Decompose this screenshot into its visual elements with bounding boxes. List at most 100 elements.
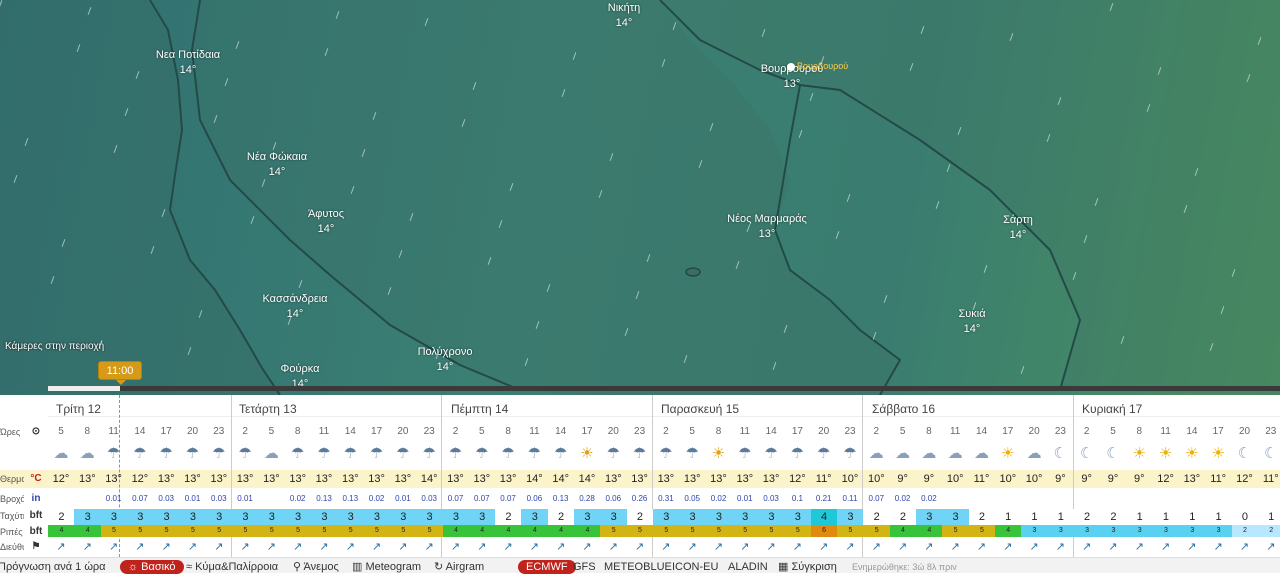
city-name: Νέος Μαρμαράς <box>727 213 807 225</box>
hour-cell: 8 <box>715 426 722 437</box>
timeline-bar[interactable] <box>48 386 1280 391</box>
wind-direction-icon: ↗ <box>1108 541 1118 553</box>
gust-cell: 5 <box>600 525 628 537</box>
model-meteoblue[interactable]: METEOBLUE <box>604 560 672 574</box>
cloud-icon: ☁ <box>1026 445 1042 462</box>
hour-cell: 8 <box>294 426 301 437</box>
city-label[interactable]: Σάρτη 14° <box>1003 213 1033 243</box>
hour-cell: 23 <box>423 426 435 437</box>
hour-cell: 17 <box>1212 426 1224 437</box>
wind-label: Ταχύτητα ανέμου <box>0 511 24 521</box>
hour-cell: 2 <box>663 426 669 437</box>
wind-direction-icon: ↗ <box>56 541 66 553</box>
day-header[interactable]: Πέμπτη 14 <box>451 401 508 417</box>
rain-cell: 0.07 <box>447 494 464 503</box>
hour-cell: 2 <box>242 426 248 437</box>
rain-icon: ☂ <box>685 445 699 462</box>
hour-cell: 11 <box>949 426 961 437</box>
temp-cell: 10° <box>841 473 859 485</box>
wind-cell: 3 <box>758 509 785 525</box>
weather-map[interactable]: Νικήτη 14° Νεα Ποτίδαια 14° Βουρβουρού 13° Νέα… <box>0 0 1280 395</box>
city-name: Νεα Ποτίδαια <box>155 49 221 61</box>
city-label[interactable]: Νικήτη 14° <box>608 1 640 31</box>
model-icon-eu[interactable]: ICON-EU <box>672 560 718 574</box>
city-label[interactable]: Νέος Μαρμαράς 13° <box>727 212 807 242</box>
rain-label: Βροχόπτωση <box>0 494 24 504</box>
gust-cell: 4 <box>48 525 75 537</box>
temp-cell: 13° <box>315 473 333 485</box>
temp-cell: 13° <box>210 473 228 485</box>
compare-button[interactable]: ▦ Σύγκριση <box>778 560 837 574</box>
city-label[interactable]: Κασσάνδρεια 14° <box>262 292 327 322</box>
moon-icon: ☾ <box>1053 445 1068 462</box>
temp-cell: 14° <box>526 473 543 485</box>
tab-basic[interactable]: ☼ Βασικό <box>120 560 184 574</box>
rain-icon: ☂ <box>422 445 436 462</box>
hour-cell: 17 <box>371 426 383 437</box>
wind-cell: 3 <box>837 509 864 525</box>
city-temp: 14° <box>1009 229 1027 241</box>
wind-cell: 3 <box>363 509 391 525</box>
city-label[interactable]: Συκιά 14° <box>958 307 985 337</box>
day-header[interactable]: Τρίτη 12 <box>56 401 101 417</box>
wind-cell: 3 <box>284 509 312 525</box>
model-aladin[interactable]: ALADIN <box>728 560 768 574</box>
tab-airgram[interactable]: ↻ Airgram <box>434 560 484 574</box>
temp-cell: 13° <box>78 473 96 485</box>
city-name: Φούρκα <box>280 363 320 375</box>
hourly-forecast-label[interactable]: Πρόγνωση ανά 1 ώρα <box>0 560 106 574</box>
hour-cell: 23 <box>1054 426 1066 437</box>
wind-direction-icon: ↗ <box>477 541 487 553</box>
wind-cell: 3 <box>652 509 680 525</box>
gust-cell: 5 <box>337 525 365 537</box>
model-gfs[interactable]: GFS <box>573 560 596 574</box>
time-bubble[interactable]: 11:00 <box>98 361 142 385</box>
wind-cell: 3 <box>232 509 259 525</box>
city-label[interactable]: Νεα Ποτίδαια 14° <box>156 48 220 78</box>
gust-cell: 5 <box>626 525 654 537</box>
temp-cell: 9° <box>1107 473 1119 485</box>
hour-cell: 11 <box>1160 426 1171 437</box>
rain-icon: ☂ <box>343 445 358 462</box>
wind-cell: 1 <box>1021 509 1048 525</box>
city-name: Σάρτη <box>1003 214 1033 226</box>
wind-direction-icon: ↗ <box>1003 541 1013 553</box>
gust-cell: 5 <box>126 525 154 537</box>
day-header[interactable]: Σάββατο 16 <box>872 401 935 417</box>
wind-direction-icon: ↗ <box>687 541 697 553</box>
gust-cell: 4 <box>574 525 601 537</box>
cloud-icon: ☁ <box>921 445 937 462</box>
day-header[interactable]: Κυριακή 17 <box>1082 401 1142 417</box>
day-header[interactable]: Παρασκευή 15 <box>661 401 739 417</box>
rain-icon: ☂ <box>659 445 673 462</box>
tab-waves[interactable]: ≈ Κύμα&Παλίρροια <box>186 560 278 574</box>
cloud-icon: ☁ <box>947 445 963 462</box>
clock-icon: ⊙ <box>31 426 41 437</box>
city-label[interactable]: Άφυτος 14° <box>308 207 344 237</box>
gust-cell: 4 <box>495 525 522 537</box>
model-ecmwf[interactable]: ECMWF <box>518 560 576 574</box>
cameras-link[interactable]: Κάμερες στην περιοχή <box>5 341 104 352</box>
moon-icon: ☾ <box>1264 445 1278 462</box>
temp-cell: 9° <box>1081 473 1092 485</box>
gust-cell: 5 <box>731 525 759 537</box>
tab-wind[interactable]: ⚲ Άνεμος <box>293 560 339 574</box>
wind-direction-icon: ↗ <box>1082 541 1092 553</box>
temp-cell: 10° <box>999 473 1017 485</box>
location-marker[interactable] <box>787 63 795 71</box>
city-temp: 13° <box>783 78 801 90</box>
city-label[interactable]: Πολύχρονο 14° <box>418 345 473 375</box>
wind-direction-icon: ↗ <box>924 541 934 553</box>
city-temp: 14° <box>268 166 286 178</box>
tab-meteogram[interactable]: ▥ Meteogram <box>352 560 421 574</box>
temp-cell: 13° <box>1183 473 1201 485</box>
hour-cell: 5 <box>1110 426 1116 437</box>
rain-cell: 0.01 <box>737 494 753 503</box>
gust-cell: 5 <box>784 525 812 537</box>
day-header[interactable]: Τετάρτη 13 <box>239 401 297 417</box>
gust-cell: 5 <box>258 525 286 537</box>
temp-cell: 13° <box>499 473 517 485</box>
wind-direction-icon: ↗ <box>398 541 408 553</box>
city-label[interactable]: Νέα Φώκαια 14° <box>247 150 307 180</box>
cloud-icon: ☁ <box>895 445 911 462</box>
